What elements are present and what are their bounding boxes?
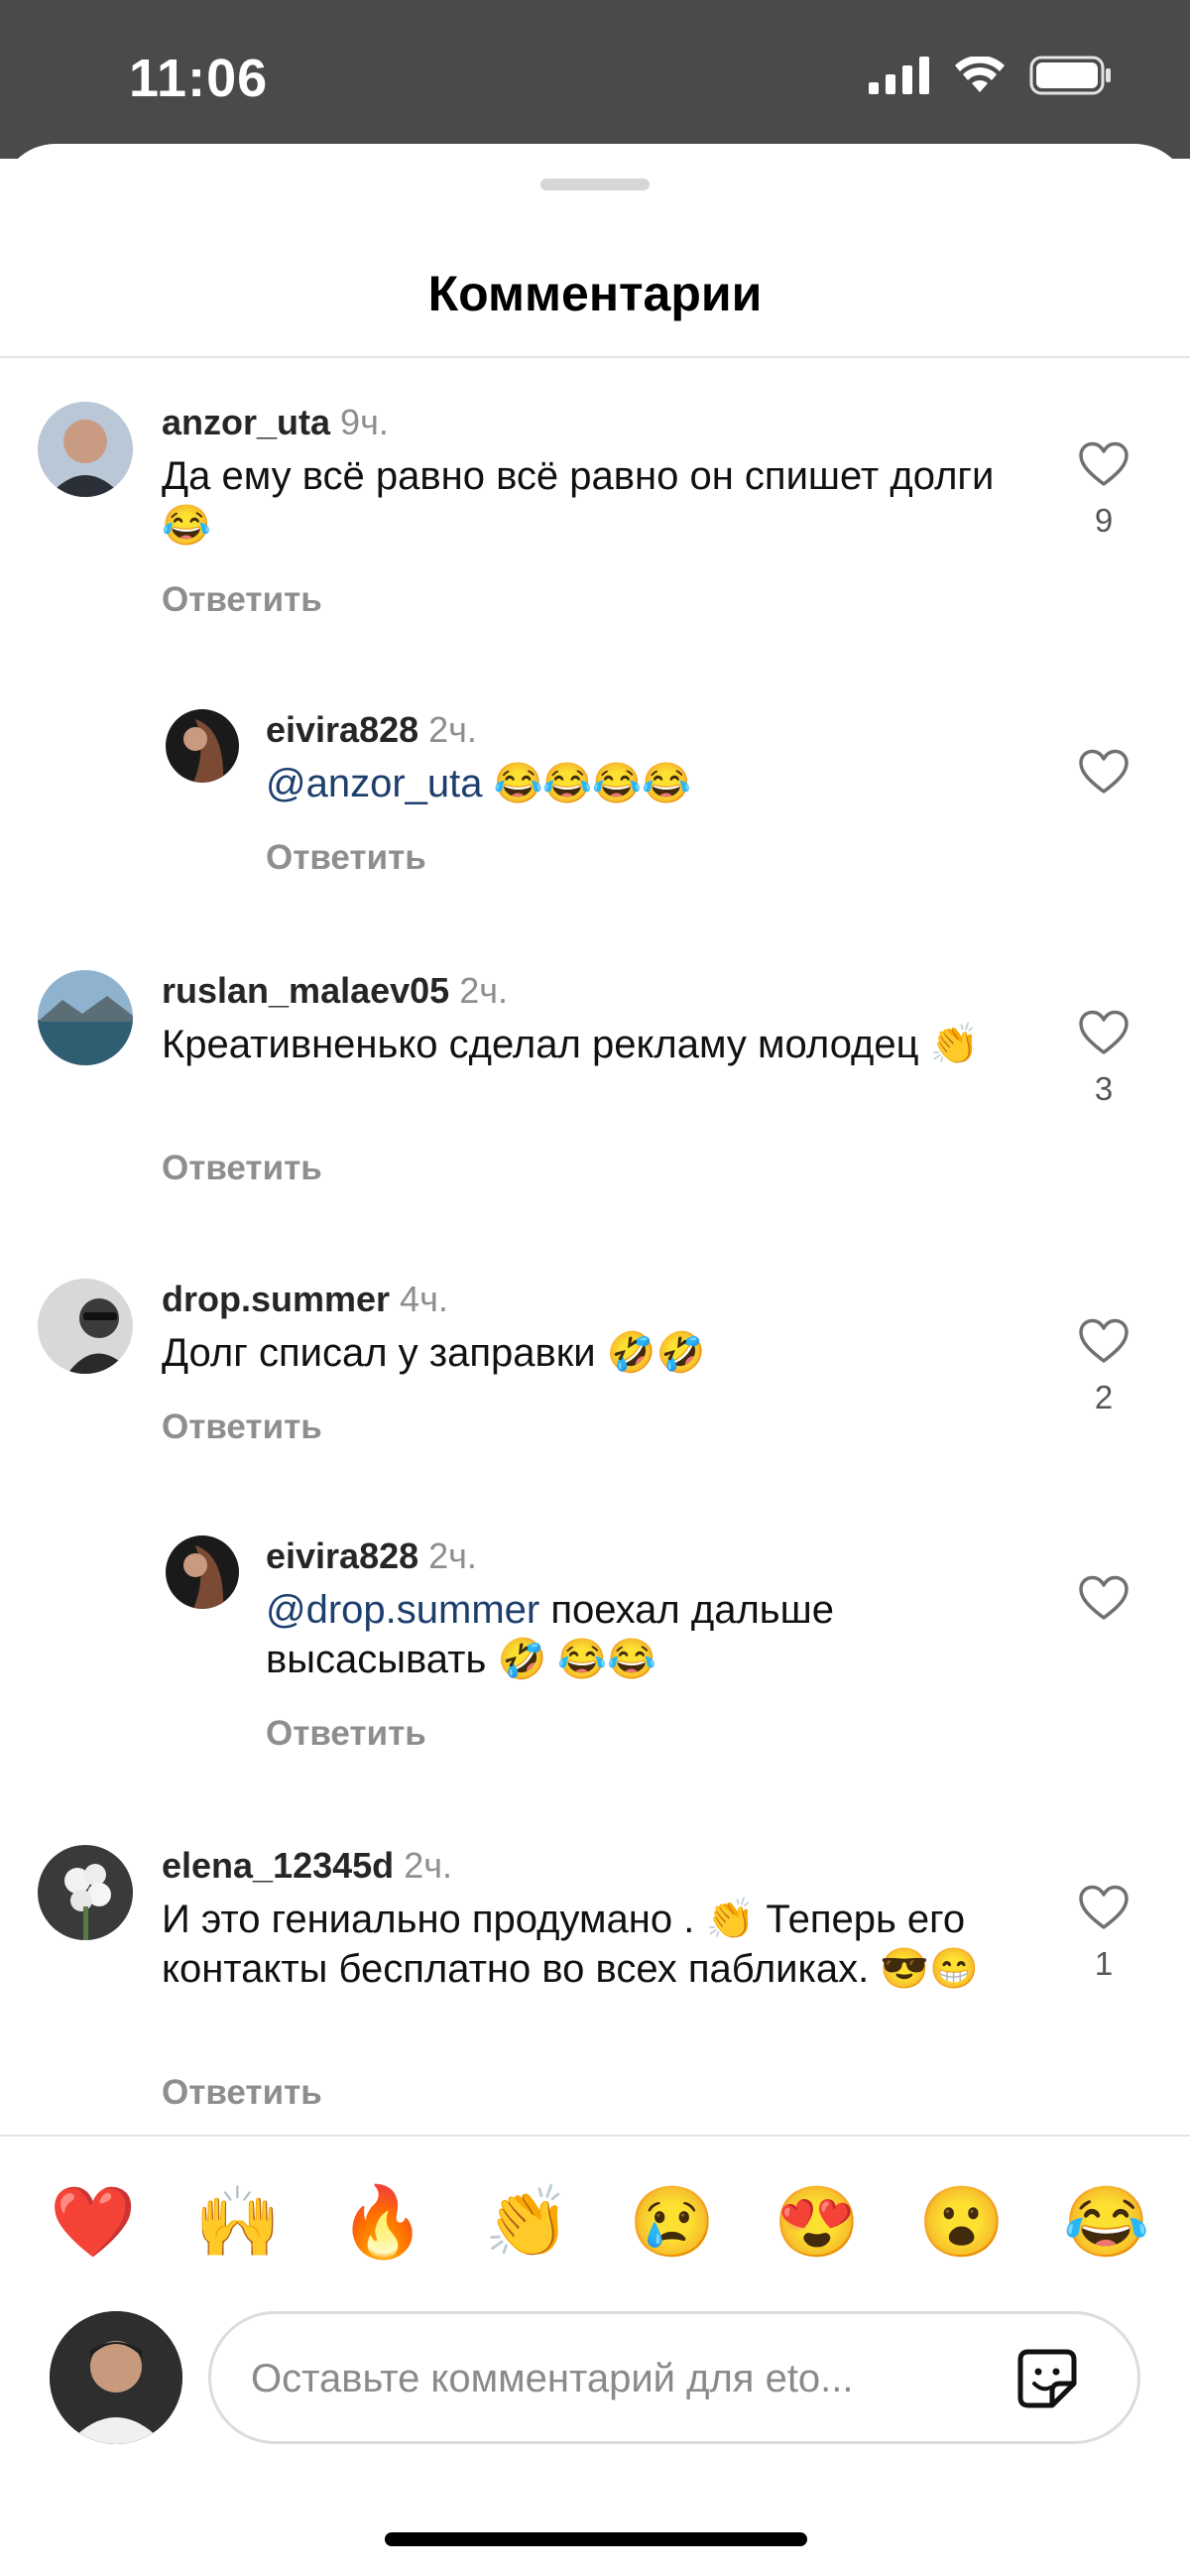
comment-time: 2ч. xyxy=(428,1535,477,1576)
like-button[interactable] xyxy=(1074,1575,1133,1636)
reaction-clap[interactable]: 👏 xyxy=(484,2172,570,2271)
comment-input[interactable] xyxy=(249,2314,967,2443)
like-button[interactable]: 9 xyxy=(1074,441,1133,540)
comment-username[interactable]: drop.summer xyxy=(162,1279,390,1319)
avatar[interactable] xyxy=(38,1845,133,1940)
reaction-cry[interactable]: 😢 xyxy=(629,2172,715,2271)
comment-time: 2ч. xyxy=(428,709,477,750)
like-count: 2 xyxy=(1094,1379,1114,1415)
heart-icon xyxy=(1079,1885,1129,1929)
mention-link[interactable]: @drop.summer xyxy=(266,1588,539,1632)
reply-button[interactable]: Ответить xyxy=(162,580,322,620)
reply-button[interactable]: Ответить xyxy=(266,838,426,878)
heart-icon xyxy=(1079,1010,1129,1054)
avatar[interactable] xyxy=(166,709,239,783)
sheet-title: Комментарии xyxy=(427,266,763,321)
reaction-raised-hands[interactable]: 🙌 xyxy=(194,2172,281,2271)
status-time: 11:06 xyxy=(129,49,269,108)
avatar[interactable] xyxy=(38,402,133,497)
like-button[interactable]: 3 xyxy=(1074,1010,1133,1108)
like-button[interactable] xyxy=(1074,749,1133,809)
sheet-drag-handle[interactable] xyxy=(540,179,650,190)
reply-button[interactable]: Ответить xyxy=(162,2073,322,2113)
avatar[interactable] xyxy=(166,1535,239,1609)
heart-icon xyxy=(1079,441,1129,486)
reply-button[interactable]: Ответить xyxy=(162,1149,322,1188)
comment-text: И это гениально продумано . 👏 Теперь его… xyxy=(162,1898,979,1991)
comment-meta: drop.summer 4ч. xyxy=(162,1279,448,1320)
like-button[interactable]: 1 xyxy=(1074,1885,1133,1983)
comment-text: Креативненько сделал рекламу молодец 👏 xyxy=(162,1023,980,1066)
comment-meta: eivira828 2ч. xyxy=(266,1535,477,1577)
comment-time: 9ч. xyxy=(340,402,389,442)
cellular-signal-icon xyxy=(869,57,929,94)
comment-username[interactable]: eivira828 xyxy=(266,1535,418,1576)
reaction-fire[interactable]: 🔥 xyxy=(339,2172,425,2271)
header-divider xyxy=(0,356,1190,358)
sticker-icon[interactable] xyxy=(1014,2346,1080,2411)
comment-meta: elena_12345d 2ч. xyxy=(162,1845,452,1887)
like-count: 1 xyxy=(1094,1945,1114,1982)
reply-button[interactable]: Ответить xyxy=(266,1714,426,1754)
comment-input-container xyxy=(208,2311,1140,2444)
comment-time: 4ч. xyxy=(400,1279,448,1319)
reaction-surprised[interactable]: 😮 xyxy=(918,2172,1005,2271)
comment-meta: anzor_uta 9ч. xyxy=(162,402,389,443)
comment-text: @anzor_uta 😂😂😂😂 xyxy=(266,762,691,805)
avatar[interactable] xyxy=(38,970,133,1065)
comment-time: 2ч. xyxy=(459,970,508,1011)
comment-text: Долг списал у заправки 🤣🤣 xyxy=(162,1331,706,1375)
like-count: 3 xyxy=(1094,1070,1114,1107)
status-icons xyxy=(869,56,1113,95)
comment-username[interactable]: elena_12345d xyxy=(162,1845,394,1886)
comment-username[interactable]: eivira828 xyxy=(266,709,418,750)
comment-text: @drop.summer поехал дальше высасывать 🤣 … xyxy=(266,1588,834,1681)
mention-link[interactable]: @anzor_uta xyxy=(266,762,483,805)
comment-username[interactable]: ruslan_malaev05 xyxy=(162,970,449,1011)
avatar[interactable] xyxy=(38,1279,133,1374)
heart-icon xyxy=(1079,1318,1129,1363)
home-indicator[interactable] xyxy=(385,2532,807,2546)
status-bar: 11:06 xyxy=(0,0,1190,159)
like-count: 9 xyxy=(1094,502,1114,539)
wifi-icon xyxy=(955,57,1005,92)
reaction-laugh[interactable]: 😂 xyxy=(1063,2172,1149,2271)
reaction-heart-eyes[interactable]: 😍 xyxy=(774,2172,860,2271)
like-button[interactable]: 2 xyxy=(1074,1318,1133,1416)
comment-meta: eivira828 2ч. xyxy=(266,709,477,751)
comment-time: 2ч. xyxy=(404,1845,452,1886)
comment-username[interactable]: anzor_uta xyxy=(162,402,330,442)
comment-meta: ruslan_malaev05 2ч. xyxy=(162,970,508,1012)
composer-divider xyxy=(0,2135,1190,2137)
reaction-heart[interactable]: ❤️ xyxy=(50,2172,136,2271)
heart-icon xyxy=(1079,749,1129,794)
battery-icon xyxy=(1029,56,1111,95)
comment-text: Да ему всё равно всё равно он спишет дол… xyxy=(162,454,995,548)
quick-reactions-bar: ❤️ 🙌 🔥 👏 😢 😍 😮 😂 xyxy=(0,2172,1190,2271)
heart-icon xyxy=(1079,1575,1129,1620)
reply-button[interactable]: Ответить xyxy=(162,1408,322,1447)
current-user-avatar[interactable] xyxy=(50,2311,182,2444)
